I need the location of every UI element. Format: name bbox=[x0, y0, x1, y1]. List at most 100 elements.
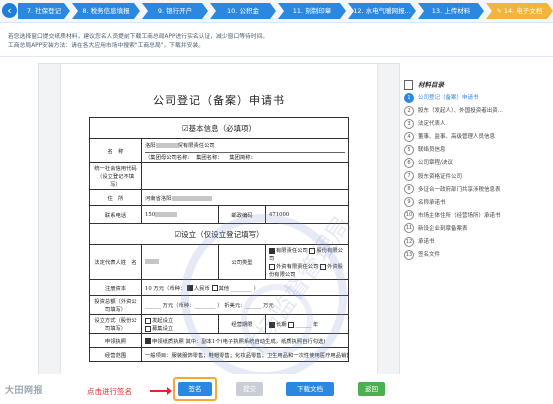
setup-method-value: 发起设立 募集设立 bbox=[141, 314, 219, 334]
capital-currency-rmb: 人民币 bbox=[193, 285, 210, 292]
notice: 若您选择窗口提交纸质材料，建议您名人员提前下载工商总局APP进行实名认证，减少窗… bbox=[8, 33, 268, 51]
step-electronic-docs[interactable]: ✎ 14. 电子文档 bbox=[486, 3, 553, 19]
material-item[interactable]: 2 股东（发起人）、外国投资者出资... bbox=[404, 105, 549, 118]
step-electronic-docs-label: 14. 电子文档 bbox=[503, 7, 543, 15]
postcode-value: 471000 bbox=[265, 205, 349, 224]
checkbox-icon bbox=[211, 285, 218, 291]
item-label: 市场主体住所（经营场所）承诺书 bbox=[418, 212, 501, 219]
site-logo: 大田网报 bbox=[5, 386, 44, 396]
checkbox-icon bbox=[269, 321, 275, 328]
materials-heading-text: 材料目录 bbox=[418, 81, 444, 89]
investment-value: ______ 万元（币种：________ ） 折美元：______ 万元 bbox=[141, 295, 349, 315]
phone-value: 150 bbox=[141, 205, 219, 224]
divider bbox=[0, 56, 553, 57]
back-button[interactable]: 返回 bbox=[358, 382, 385, 396]
item-number: 4 bbox=[404, 131, 414, 142]
redacted-block bbox=[155, 211, 178, 217]
credit-code-value bbox=[141, 162, 349, 190]
material-item[interactable]: 9 名称承诺书 bbox=[404, 197, 549, 210]
type-option-1: 有限责任公司 bbox=[276, 248, 308, 254]
notice-line-2-suffix: ，下载并安装。 bbox=[163, 43, 205, 49]
material-item[interactable]: 4 董事、监事、高级管理人员信息 bbox=[404, 131, 549, 144]
materials-list: 材料目录 1 公司登记（备案）申请书 2 股东（发起人）、外国投资者出资... 3法… bbox=[404, 78, 549, 262]
address-text: 河南省洛阳 bbox=[145, 195, 172, 202]
download-button[interactable]: 下载文档 bbox=[286, 382, 334, 396]
back-arrow-icon[interactable]: ‹ bbox=[2, 3, 17, 18]
bottom-bar: 大田网报 点击进行签名 签名 提交 下载文档 返回 bbox=[0, 374, 553, 404]
step-tax-info[interactable]: 8. 税务信息填报 bbox=[72, 3, 140, 19]
item-label: 新设企业刻章备案表 bbox=[418, 225, 468, 232]
term-long: 长期 bbox=[276, 322, 287, 328]
capital-currency-other: 其他 bbox=[218, 285, 230, 292]
step-utilities[interactable]: 12. 水电气暖网报... bbox=[348, 3, 416, 19]
checkbox-icon bbox=[269, 247, 275, 254]
section-setup: ☑设立（仅设立登记填写） bbox=[89, 223, 349, 245]
item-label: 多证合一政府部门共享涉税信息表 bbox=[418, 186, 501, 193]
material-item[interactable]: 8 多证合一政府部门共享涉税信息表 bbox=[404, 184, 549, 197]
name-label: 名 称 bbox=[89, 138, 142, 163]
name-suffix: 贸有限责任公司 bbox=[177, 142, 215, 149]
material-item[interactable]: 11 新设企业刻章备案表 bbox=[404, 223, 549, 236]
investment-usd: 折美元： bbox=[224, 303, 246, 309]
step-seal[interactable]: 11. 刻制印章 bbox=[278, 3, 346, 19]
legal-rep-value bbox=[141, 244, 219, 280]
item-number: 12 bbox=[404, 236, 414, 247]
checkbox-icon bbox=[186, 285, 193, 291]
item-number: 8 bbox=[404, 184, 414, 195]
checkbox-icon bbox=[309, 247, 316, 254]
notice-line-2-prefix: 工商总局APP安装方法：请在各大应用市场中搜索 bbox=[8, 43, 135, 49]
arrow-right-icon bbox=[150, 387, 172, 395]
group-abbr-label: 集团简称： bbox=[229, 154, 256, 161]
step-social-security[interactable]: 7. 社保登记 bbox=[18, 3, 70, 19]
item-label: 签名文件 bbox=[418, 252, 441, 259]
material-item[interactable]: 12 承诺书 bbox=[404, 236, 549, 249]
step-bar: ‹ 7. 社保登记 8. 税务信息填报 9. 银行开户 10. 公积金 11. … bbox=[0, 0, 553, 23]
document-title: 公司登记（备案）申请书 bbox=[153, 94, 285, 107]
legal-rep-label: 法定代表人姓 名 bbox=[89, 244, 142, 280]
item-label: 联络员信息 bbox=[418, 147, 446, 154]
redacted-block bbox=[145, 259, 159, 264]
material-item[interactable]: 13 签名文件 bbox=[404, 249, 549, 262]
document-page: 公司登记（备案）申请书 ☑基本信息（必填项） 名 称 洛阳 贸有限责任公司 （集团… bbox=[61, 64, 380, 374]
sign-button[interactable]: 签名 bbox=[178, 382, 212, 396]
document-viewer[interactable]: 公司登记（备案）申请书 ☑基本信息（必填项） 名 称 洛阳 贸有限责任公司 （集团… bbox=[38, 63, 400, 375]
investment-unit: 万元 bbox=[263, 303, 274, 309]
checkbox-icon bbox=[145, 317, 151, 324]
term-year: 年 bbox=[312, 322, 319, 328]
step-housing-fund[interactable]: 10. 公积金 bbox=[210, 3, 276, 19]
pencil-icon: ✎ bbox=[496, 8, 502, 15]
license-value: 申领纸质执照 其中：副本1个(电子执照系统自动生成，纸质执照自行勾选) bbox=[141, 333, 349, 348]
material-item[interactable]: 6 公司章程/决议 bbox=[404, 157, 549, 170]
item-number: 1 bbox=[404, 92, 414, 103]
credit-code-label: 统一社会信用代码（设立登记不填写） bbox=[89, 162, 142, 190]
step-bank-account[interactable]: 9. 银行开户 bbox=[142, 3, 208, 19]
step-upload-materials[interactable]: 13. 上传材料 bbox=[418, 3, 484, 19]
item-number: 3 bbox=[404, 118, 414, 129]
address-value: 河南省洛阳 bbox=[141, 189, 349, 206]
group-name-label: 集团名称： bbox=[196, 154, 223, 161]
notice-line-2-highlight: "工商总局" bbox=[134, 43, 164, 49]
material-item[interactable]: 5 联络员信息 bbox=[404, 144, 549, 157]
section-basic-info: ☑基本信息（必填项） bbox=[89, 117, 349, 139]
item-label: 公司章程/决议 bbox=[418, 160, 453, 167]
postcode-label: 邮政编码 bbox=[218, 205, 266, 224]
item-number: 7 bbox=[404, 171, 414, 182]
material-item[interactable]: 1 公司登记（备案）申请书 bbox=[404, 92, 549, 105]
item-number: 13 bbox=[404, 249, 414, 260]
company-type-label: 公司类型 bbox=[218, 244, 266, 280]
item-label: 董事、监事、高级管理人员信息 bbox=[418, 134, 496, 141]
redacted-block bbox=[171, 195, 212, 201]
scope-label: 经营范围 bbox=[89, 347, 142, 362]
checkbox-icon bbox=[320, 263, 327, 270]
term-value: 长期 ______ 年 bbox=[265, 314, 349, 334]
material-item[interactable]: 10 市场主体住所（经营场所）承诺书 bbox=[404, 210, 549, 223]
investment-text: 万元（币种： bbox=[162, 303, 195, 309]
capital-value: 10 万元（币种： 人民币 其他 ________ ） bbox=[141, 279, 349, 296]
capital-text: 10 万元（币种： bbox=[145, 285, 186, 292]
submit-button[interactable]: 提交 bbox=[236, 382, 263, 396]
materials-heading: 材料目录 bbox=[404, 78, 549, 92]
material-item[interactable]: 3 法定代表人 bbox=[404, 118, 549, 131]
term-label: 经营期限 bbox=[218, 314, 266, 334]
material-item[interactable]: 7 股东资格证件公司 bbox=[404, 171, 549, 184]
checkbox-icon bbox=[145, 338, 151, 344]
